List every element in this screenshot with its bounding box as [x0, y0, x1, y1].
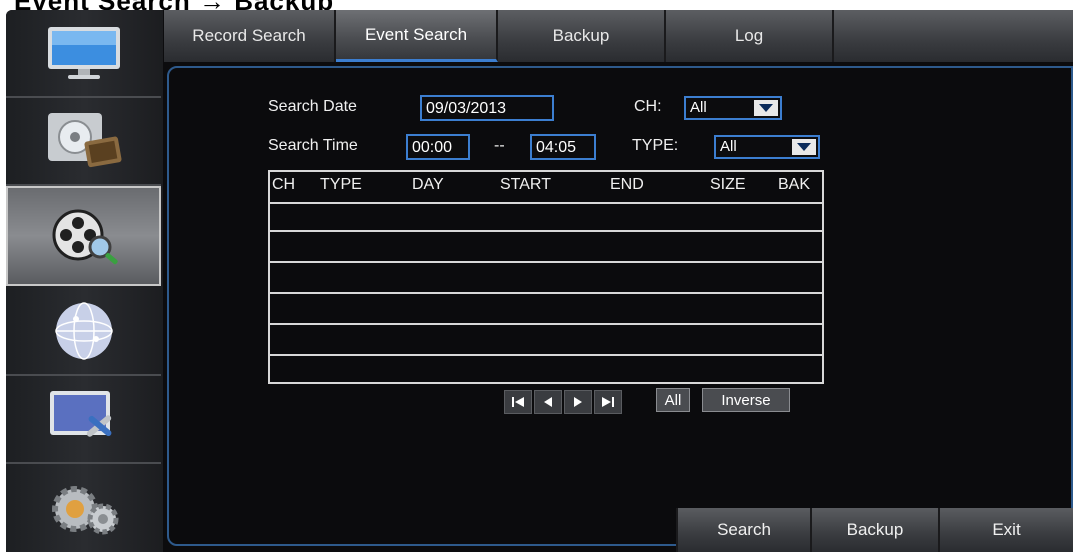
skip-first-icon: [512, 397, 524, 407]
prev-page-button[interactable]: [534, 390, 562, 414]
type-select-value: All: [720, 138, 737, 155]
settings-gears-icon: [39, 474, 129, 544]
sidebar-item-search[interactable]: [6, 186, 161, 286]
table-row[interactable]: [270, 264, 822, 294]
sidebar-item-record[interactable]: [6, 98, 161, 186]
column-header-end: END: [610, 176, 644, 193]
prev-arrow-icon: [544, 397, 552, 407]
system-tools-icon: [39, 384, 129, 454]
column-header-type: TYPE: [320, 176, 362, 193]
tab-backup[interactable]: Backup: [498, 10, 666, 62]
record-icon: [39, 106, 129, 176]
ch-select[interactable]: All: [684, 96, 782, 120]
sidebar-item-system[interactable]: [6, 376, 161, 464]
dvr-screen: Record Search Event Search Backup Log Se…: [6, 10, 1073, 552]
table-header: CH TYPE DAY START END SIZE BAK: [270, 172, 822, 204]
tab-bar: Record Search Event Search Backup Log: [164, 10, 1073, 62]
sidebar-item-display[interactable]: [6, 10, 161, 98]
last-page-button[interactable]: [594, 390, 622, 414]
inverse-button[interactable]: Inverse: [702, 388, 790, 412]
sidebar-item-settings[interactable]: [6, 466, 161, 552]
time-start-field[interactable]: 00:00: [406, 134, 470, 160]
tab-record-search[interactable]: Record Search: [164, 10, 336, 62]
chevron-down-icon: [792, 139, 816, 155]
next-arrow-icon: [574, 397, 582, 407]
column-header-day: DAY: [412, 176, 444, 193]
skip-last-icon: [602, 397, 614, 407]
column-header-start: START: [500, 176, 551, 193]
chevron-down-icon: [754, 100, 778, 116]
event-table: CH TYPE DAY START END SIZE BAK: [268, 170, 824, 384]
search-film-icon: [39, 201, 129, 271]
search-button[interactable]: Search: [676, 508, 810, 552]
tab-log[interactable]: Log: [666, 10, 834, 62]
exit-button[interactable]: Exit: [938, 508, 1073, 552]
tab-event-search[interactable]: Event Search: [336, 10, 498, 62]
sidebar: [6, 10, 163, 552]
column-header-bak: BAK: [778, 176, 811, 193]
column-header-ch: CH: [272, 176, 296, 193]
table-row[interactable]: [270, 326, 822, 356]
table-row[interactable]: [270, 357, 822, 382]
ch-label: CH:: [634, 98, 662, 115]
monitor-icon: [39, 18, 129, 88]
table-row[interactable]: [270, 233, 822, 263]
select-all-button[interactable]: All: [656, 388, 690, 412]
sidebar-item-network[interactable]: [6, 288, 161, 376]
type-select[interactable]: All: [714, 135, 820, 159]
search-date-label: Search Date: [268, 98, 357, 115]
search-date-field[interactable]: 09/03/2013: [420, 95, 554, 121]
time-end-field[interactable]: 04:05: [530, 134, 596, 160]
table-row[interactable]: [270, 202, 822, 232]
time-separator: --: [494, 137, 505, 154]
column-header-size: SIZE: [710, 176, 746, 193]
network-globe-icon: [39, 296, 129, 366]
search-time-label: Search Time: [268, 137, 358, 154]
type-label: TYPE:: [632, 137, 679, 154]
table-row[interactable]: [270, 295, 822, 325]
first-page-button[interactable]: [504, 390, 532, 414]
backup-button[interactable]: Backup: [810, 508, 938, 552]
ch-select-value: All: [690, 99, 707, 116]
next-page-button[interactable]: [564, 390, 592, 414]
